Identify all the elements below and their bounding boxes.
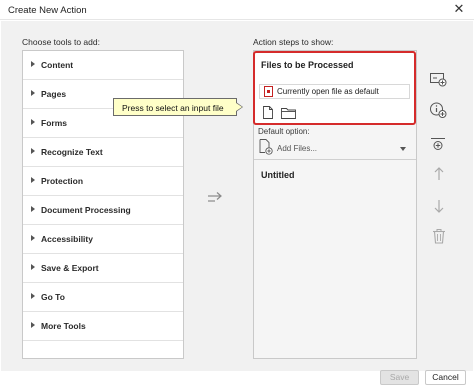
title-bar: Create New Action ✕ xyxy=(0,0,474,20)
close-icon[interactable]: ✕ xyxy=(452,2,466,16)
tool-item-label: Content xyxy=(41,60,74,70)
tool-item-protection[interactable]: Protection xyxy=(23,167,183,196)
files-section-title: Files to be Processed xyxy=(261,60,354,70)
tooltip-text: Press to select an input file xyxy=(122,103,224,113)
arrow-down-icon[interactable] xyxy=(430,197,448,215)
default-file-field[interactable]: Currently open file as default xyxy=(259,84,410,99)
arrow-up-icon[interactable] xyxy=(430,165,448,183)
chevron-right-icon xyxy=(31,235,35,241)
chevron-right-icon xyxy=(31,61,35,67)
add-file-icon xyxy=(259,139,273,155)
add-files-text: Add Files... xyxy=(277,144,318,153)
tool-item-label: Forms xyxy=(41,118,67,128)
default-option-label: Default option: xyxy=(258,127,310,136)
default-file-text: Currently open file as default xyxy=(277,87,379,96)
tool-item-label: Recognize Text xyxy=(41,147,103,157)
add-to-steps-arrow-icon[interactable] xyxy=(206,190,224,206)
tool-item-label: Document Processing xyxy=(41,205,131,215)
tool-item-document-processing[interactable]: Document Processing xyxy=(23,196,183,225)
tool-item-go-to[interactable]: Go To xyxy=(23,283,183,312)
chevron-right-icon xyxy=(31,148,35,154)
tool-item-label: Save & Export xyxy=(41,263,99,273)
chevron-right-icon xyxy=(31,322,35,328)
add-files-dropdown[interactable]: Add Files... xyxy=(256,139,412,157)
tool-item-recognize-text[interactable]: Recognize Text xyxy=(23,138,183,167)
save-button[interactable]: Save xyxy=(380,370,419,385)
tool-item-label: Accessibility xyxy=(41,234,93,244)
tool-item-label: Protection xyxy=(41,176,84,186)
chevron-right-icon xyxy=(31,90,35,96)
tool-item-content[interactable]: Content xyxy=(23,51,183,80)
trash-icon[interactable] xyxy=(430,227,448,245)
tool-item-label: Pages xyxy=(41,89,67,99)
pdf-file-icon xyxy=(264,86,273,97)
chevron-right-icon xyxy=(31,119,35,125)
new-panel-icon[interactable] xyxy=(429,70,447,88)
add-divider-icon[interactable] xyxy=(429,136,447,154)
tooltip-pointer-fill xyxy=(236,103,242,111)
divider xyxy=(254,159,416,160)
window-title: Create New Action xyxy=(8,5,87,16)
chevron-down-icon xyxy=(400,147,406,151)
chevron-right-icon xyxy=(31,264,35,270)
tooltip: Press to select an input file xyxy=(113,98,237,116)
untitled-group-label: Untitled xyxy=(261,170,295,180)
tools-heading: Choose tools to add: xyxy=(22,37,100,47)
select-folder-icon[interactable] xyxy=(281,107,296,119)
chevron-right-icon xyxy=(31,177,35,183)
tool-item-accessibility[interactable]: Accessibility xyxy=(23,225,183,254)
add-instruction-icon[interactable] xyxy=(429,101,447,119)
chevron-right-icon xyxy=(31,293,35,299)
select-file-icon[interactable] xyxy=(263,106,273,119)
cancel-button[interactable]: Cancel xyxy=(425,370,466,385)
chevron-right-icon xyxy=(31,206,35,212)
tool-item-label: Go To xyxy=(41,292,65,302)
tool-item-save-export[interactable]: Save & Export xyxy=(23,254,183,283)
tool-item-label: More Tools xyxy=(41,321,86,331)
steps-heading: Action steps to show: xyxy=(253,37,334,47)
tools-list: Content Pages Forms Recognize Text Prote… xyxy=(22,50,184,359)
tool-item-more-tools[interactable]: More Tools xyxy=(23,312,183,341)
